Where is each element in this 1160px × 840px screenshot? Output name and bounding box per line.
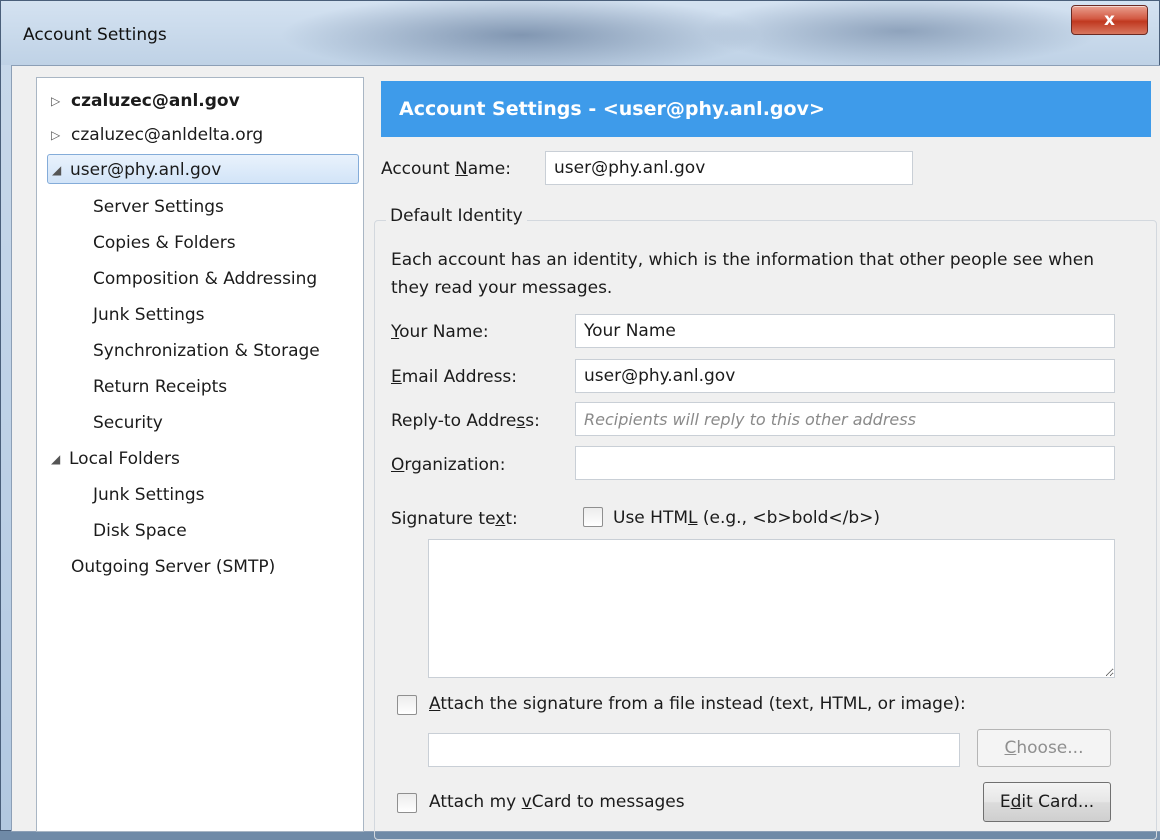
tree-item-label: Server Settings: [93, 197, 224, 217]
tree-item-junk-settings[interactable]: Junk Settings: [93, 300, 205, 330]
close-icon: x: [1104, 10, 1115, 30]
tree-item-local-junk-settings[interactable]: Junk Settings: [93, 480, 205, 510]
signature-text-label: Signature text:: [391, 509, 518, 529]
collapsed-arrow-icon[interactable]: ▷: [51, 120, 60, 150]
tree-account-user-phy[interactable]: ◢ user@phy.anl.gov: [47, 154, 359, 184]
tree-item-return-receipts[interactable]: Return Receipts: [93, 372, 227, 402]
email-address-input[interactable]: [575, 359, 1115, 393]
close-button[interactable]: x: [1071, 5, 1148, 35]
use-html-label[interactable]: Use HTML (e.g., <b>bold</b>): [613, 508, 880, 528]
your-name-input[interactable]: [575, 314, 1115, 348]
choose-file-button[interactable]: Choose...: [977, 729, 1111, 767]
tree-item-label: Copies & Folders: [93, 233, 236, 253]
tree-item-label: Outgoing Server (SMTP): [71, 557, 276, 577]
tree-account-label: czaluzec@anl.gov: [71, 91, 240, 111]
tree-item-synchronization-storage[interactable]: Synchronization & Storage: [93, 336, 320, 366]
email-address-label: Email Address:: [391, 367, 518, 387]
reply-to-input[interactable]: [575, 402, 1115, 436]
use-html-checkbox[interactable]: [583, 507, 603, 527]
tree-item-label: Junk Settings: [93, 485, 205, 505]
organization-label: Organization:: [391, 455, 506, 475]
organization-input[interactable]: [575, 446, 1115, 480]
tree-account-czaluzec-anldelta[interactable]: ▷ czaluzec@anldelta.org: [37, 120, 357, 150]
attach-vcard-label[interactable]: Attach my vCard to messages: [429, 792, 685, 812]
tree-local-folders[interactable]: ◢ Local Folders: [37, 444, 357, 474]
account-settings-window: Account Settings x ▷ czaluzec@anl.gov ▷ …: [0, 0, 1160, 840]
edit-card-button[interactable]: Edit Card...: [983, 782, 1111, 822]
collapsed-arrow-icon[interactable]: ▷: [51, 86, 60, 116]
signature-textarea[interactable]: [428, 539, 1115, 678]
identity-description: Each account has an identity, which is t…: [391, 250, 1095, 298]
tree-item-composition-addressing[interactable]: Composition & Addressing: [93, 264, 317, 294]
your-name-label: Your Name:: [391, 322, 489, 342]
tree-account-label: czaluzec@anldelta.org: [71, 125, 264, 145]
tree-item-security[interactable]: Security: [93, 408, 163, 438]
tree-item-copies-folders[interactable]: Copies & Folders: [93, 228, 236, 258]
expanded-arrow-icon[interactable]: ◢: [51, 444, 60, 474]
tree-account-czaluzec-anl[interactable]: ▷ czaluzec@anl.gov: [37, 86, 357, 116]
tree-item-label: Synchronization & Storage: [93, 341, 320, 361]
window-title: Account Settings: [23, 25, 167, 45]
title-bar[interactable]: Account Settings x: [1, 1, 1159, 65]
page-title: Account Settings - <user@phy.anl.gov>: [399, 98, 825, 120]
account-name-label: Account Name:: [381, 159, 511, 179]
tree-account-label: user@phy.anl.gov: [70, 160, 222, 180]
tree-item-label: Return Receipts: [93, 377, 228, 397]
attach-signature-file-label[interactable]: Attach the signature from a file instead…: [429, 694, 966, 714]
tree-item-label: Security: [93, 413, 163, 433]
tree-local-folders-label: Local Folders: [69, 449, 180, 469]
account-name-input[interactable]: [545, 151, 913, 185]
attach-signature-file-checkbox[interactable]: [397, 695, 417, 715]
signature-file-path-input[interactable]: [428, 733, 960, 767]
attach-vcard-checkbox[interactable]: [397, 793, 417, 813]
tree-item-label: Disk Space: [93, 521, 187, 541]
reply-to-label: Reply-to Address:: [391, 411, 540, 431]
expanded-arrow-icon[interactable]: ◢: [52, 155, 61, 185]
default-identity-title: Default Identity: [386, 206, 527, 226]
account-tree[interactable]: ▷ czaluzec@anl.gov ▷ czaluzec@anldelta.o…: [36, 77, 364, 832]
tree-item-label: Composition & Addressing: [93, 269, 318, 289]
tree-item-outgoing-server[interactable]: Outgoing Server (SMTP): [71, 552, 275, 582]
tree-item-label: Junk Settings: [93, 305, 205, 325]
tree-item-disk-space[interactable]: Disk Space: [93, 516, 187, 546]
page-header: Account Settings - <user@phy.anl.gov>: [381, 81, 1151, 137]
tree-item-server-settings[interactable]: Server Settings: [93, 192, 224, 222]
